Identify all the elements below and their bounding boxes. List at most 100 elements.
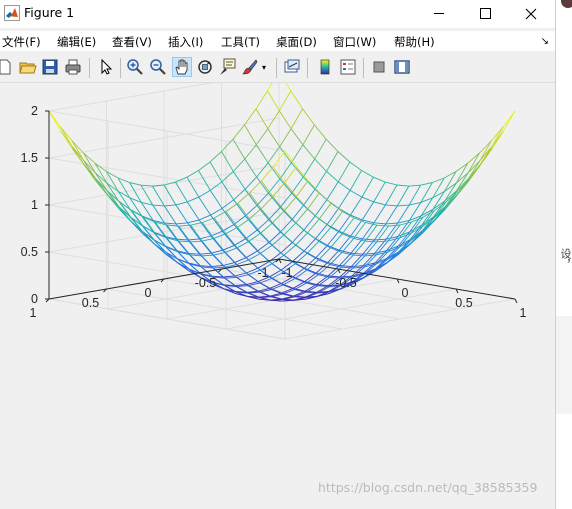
mesh-line [314,138,327,160]
mesh-line [303,238,316,252]
link-plot-icon[interactable] [283,58,301,76]
mesh-line [224,276,237,279]
mesh-line [281,283,294,289]
mesh-line [245,229,258,240]
mesh-line [361,176,374,198]
menu-tools[interactable]: 工具(T) [221,34,260,50]
menu-edit[interactable]: 编辑(E) [57,34,96,50]
mesh-line [163,205,177,225]
mesh-line [295,180,309,197]
mesh-line [302,124,315,146]
mesh-line [272,222,285,236]
brush-icon[interactable] [241,58,259,76]
print-icon[interactable] [64,58,82,76]
hide-plot-tools-icon[interactable] [370,58,388,76]
colorbar-icon[interactable] [316,58,334,76]
mesh-line [385,204,398,207]
close-icon[interactable] [508,0,554,28]
mesh-line [209,151,222,163]
mesh-line [397,204,410,224]
mesh-line [408,184,421,206]
mesh-line [267,128,280,147]
mesh-line [318,240,331,249]
mesh-line [187,219,200,224]
mesh-line [190,222,203,226]
menu-file[interactable]: 文件(F) [2,34,41,50]
mesh-line [338,235,352,251]
mesh-line [232,158,246,172]
mesh-line [373,181,386,203]
menu-insert[interactable]: 插入(I) [168,34,203,50]
mesh-line [318,247,331,261]
menu-view[interactable]: 查看(V) [112,34,152,50]
minimize-icon[interactable] [416,0,462,28]
mesh-line [295,208,309,224]
mesh-line [164,222,177,225]
mesh-line [432,200,446,210]
mesh-line [283,244,296,256]
mesh-line [351,265,364,268]
mesh-line [420,182,433,203]
mesh-line [248,253,261,261]
mesh-line [202,217,215,223]
mesh-line [213,217,227,235]
select-arrow-icon[interactable] [97,58,115,76]
mesh-line [244,144,257,160]
matlab-logo-icon [4,5,20,21]
mesh-line [307,218,320,234]
mesh-line [326,181,339,201]
mesh-line [248,218,262,234]
mesh-line [341,266,354,269]
legend-icon[interactable] [339,58,357,76]
figure-canvas[interactable]: -1 -0.5 0 0.5 1 -1 -0.5 0 0.5 1 0 0.5 1 1.5 2 [0,83,555,509]
zoom-in-icon[interactable] [126,58,144,76]
mesh-line [385,181,398,186]
mesh-line [291,144,304,164]
mesh-line [176,222,188,225]
mesh-line [341,238,355,253]
mesh-line [396,185,410,207]
open-file-icon[interactable] [19,58,37,76]
mesh-line [272,244,285,256]
mesh-line [280,219,293,233]
watermark-text: https://blog.csdn.net/qq_38585359 [318,480,538,495]
mesh-line [341,217,355,235]
maximize-icon[interactable] [462,0,508,28]
menu-desktop[interactable]: 桌面(D) [276,34,317,50]
x-tick-label: 0.5 [455,296,472,310]
x-tick-label: 1 [520,306,527,320]
mesh-line [388,224,401,227]
show-plot-tools-icon[interactable] [393,58,411,76]
menu-window[interactable]: 窗口(W) [333,34,376,50]
mesh-line [244,124,257,146]
mesh-line [199,252,212,255]
mesh-line [198,170,211,191]
mesh-line [302,108,315,126]
mesh-line [186,201,200,221]
menu-help[interactable]: 帮助(H) [394,34,435,50]
mesh-line [48,110,62,132]
mesh-line [362,238,375,241]
surface-plot[interactable]: -1-0.500.51-1-0.500.5100.511.52 [0,83,555,509]
arrow-icon[interactable]: ↘ [541,36,549,47]
mesh-line [455,162,469,184]
mesh-line [385,205,398,225]
toolbar-separator [89,58,90,78]
save-icon[interactable] [41,58,59,76]
mesh-line [353,254,365,257]
y-tick-label: -0.5 [195,276,217,290]
z-tick-label: 0 [31,292,38,306]
data-cursor-icon[interactable] [219,58,237,76]
mesh-line [350,252,363,255]
z-tick-label: 1 [31,198,38,212]
mesh-line [267,83,273,92]
rotate-3d-icon[interactable] [196,58,214,76]
zoom-out-icon[interactable] [149,58,167,76]
pan-hand-icon[interactable] [172,57,192,77]
title-bar[interactable]: Figure 1 [0,0,555,28]
new-figure-icon[interactable] [0,58,14,76]
figure-toolbar: ▾ [0,54,555,83]
mesh-line [232,124,245,140]
mesh-line [175,204,188,224]
brush-dropdown-icon[interactable]: ▾ [262,63,270,81]
